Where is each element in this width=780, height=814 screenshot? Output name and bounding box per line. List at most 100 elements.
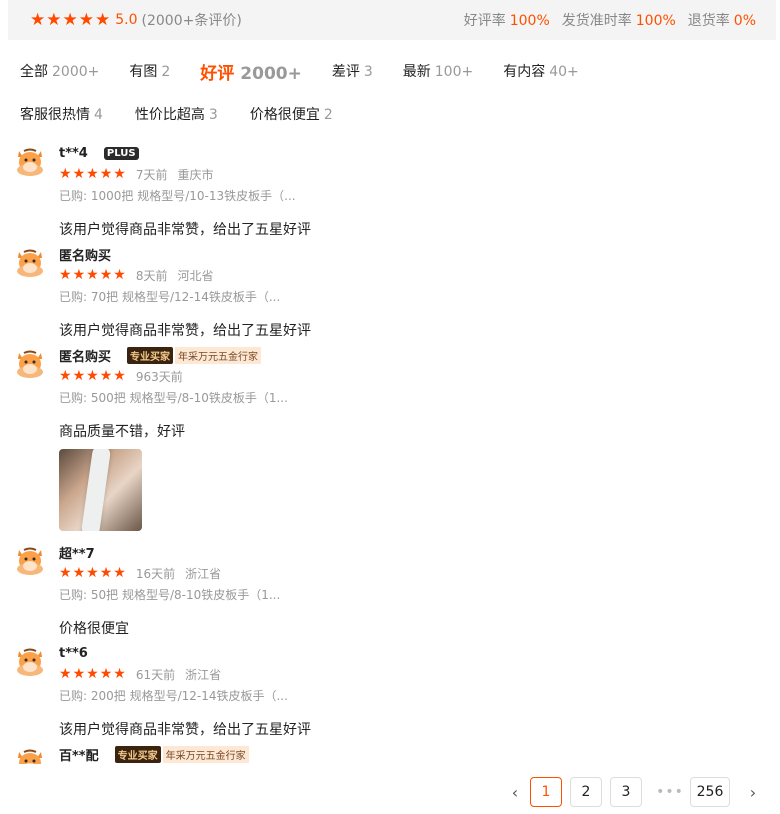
star-icon: ★ [30,9,46,30]
tab-latest[interactable]: 最新 100+ [403,61,473,81]
star-icon: ★ [99,368,113,384]
reviewer-name: t**6 [59,645,88,661]
review-item: 匿名购买 专业买家 年采万元五金行家 ★ ★ ★ ★ ★ 963天前 已购: 500把 规… [0,343,780,540]
purchased-sku: 已购: 1000把 规格型号/10-13铁皮板手（... [59,189,296,203]
review-stars: ★ ★ ★ ★ ★ [59,667,126,681]
prev-page-button[interactable]: ‹ [500,783,530,802]
review-stars: ★ ★ ★ ★ ★ [59,566,126,580]
wrench-in-hand-image [80,449,112,531]
star-icon: ★ [95,9,111,30]
review-photo[interactable] [59,449,142,531]
tag-friendly-service[interactable]: 客服很热情 4 [20,104,103,124]
star-icon: ★ [72,368,86,384]
page-button-1[interactable]: 1 [530,777,562,807]
star-icon: ★ [86,368,99,384]
purchased-sku: 已购: 50把 规格型号/8-10铁皮板手（1... [59,588,281,602]
review-content: 该用户觉得商品非常赞，给出了五星好评 [59,722,311,738]
review-location: 浙江省 [185,667,222,682]
plus-member-badge: PLUS [103,146,139,160]
tab-all[interactable]: 全部 2000+ [20,61,99,81]
review-count: (2000+条评价) [141,13,242,29]
cow-avatar-icon [17,547,43,575]
star-icon: ★ [113,368,126,384]
star-icon: ★ [59,565,72,581]
star-icon: ★ [99,666,113,682]
star-icon: ★ [86,666,99,682]
cow-avatar-icon [17,148,43,176]
reviewer-name: 百**配 [59,748,99,764]
star-icon: ★ [113,166,126,182]
review-item: 匿名购买 ★ ★ ★ ★ ★ 8天前 河北省 已购: 70把 规格型号/12-14铁皮板… [0,242,780,343]
star-icon: ★ [72,565,86,581]
page-button-2[interactable]: 2 [570,777,602,807]
star-icon: ★ [72,166,86,182]
review-content: 该用户觉得商品非常赞，给出了五星好评 [59,323,311,339]
star-icon: ★ [86,267,99,283]
review-tags: 客服很热情 4 性价比超高 3 价格很便宜 2 [20,104,365,124]
review-item: t**4 PLUS ★ ★ ★ ★ ★ 7天前 重庆市 已购: 1000把 规格型号/1… [0,141,780,242]
star-icon: ★ [59,666,72,682]
star-icon: ★ [78,9,94,30]
purchased-sku: 已购: 500把 规格型号/8-10铁皮板手（1... [59,391,288,405]
tab-with-images[interactable]: 有图 2 [129,61,170,81]
review-stars: ★ ★ ★ ★ ★ [59,369,126,383]
review-filter-tabs: 全部 2000+ 有图 2 好评 2000+ 差评 3 最新 100+ 有内容 40+ [20,58,609,84]
page-button-3[interactable]: 3 [610,777,642,807]
rating-summary-bar: ★ ★ ★ ★ ★ 5.0 (2000+条评价) 好评率 100% 发货准时率 100% 退… [8,0,776,40]
stat-return-rate: 退货率 0% [687,13,756,29]
tab-negative[interactable]: 差评 3 [332,61,373,81]
cow-avatar-icon [18,749,42,764]
review-content: 该用户觉得商品非常赞，给出了五星好评 [59,222,311,238]
review-item: 超**7 ★ ★ ★ ★ ★ 16天前 浙江省 已购: 50把 规格型号/8-10铁皮板… [0,540,780,641]
star-icon: ★ [62,9,78,30]
review-stars: ★ ★ ★ ★ ★ [59,167,126,181]
page-button-last[interactable]: 256 [690,777,730,807]
review-time: 16天前 [135,566,176,581]
star-icon: ★ [113,565,126,581]
tag-value-for-money[interactable]: 性价比超高 3 [135,104,218,124]
tab-with-content[interactable]: 有内容 40+ [503,61,579,81]
star-icon: ★ [72,666,86,682]
next-page-button[interactable]: › [738,783,768,802]
reviewer-name: 超**7 [59,546,95,562]
review-content: 价格很便宜 [59,621,129,637]
stat-positive-rate: 好评率 100% [463,13,550,29]
star-icon: ★ [46,9,62,30]
star-icon: ★ [99,565,113,581]
pagination: ‹ 1 2 3 ••• 256 › [500,777,768,807]
star-icon: ★ [86,166,99,182]
reviewer-name: 匿名购买 [59,349,112,365]
review-item: 百**配 专业买家 年采万元五金行家 [0,742,780,764]
purchased-sku: 已购: 70把 规格型号/12-14铁皮板手（... [59,290,281,304]
cow-avatar-icon [17,648,43,676]
star-icon: ★ [59,166,72,182]
star-icon: ★ [99,166,113,182]
buyer-tag-badge: 年采万元五金行家 [175,346,262,364]
star-icon: ★ [59,267,72,283]
star-icon: ★ [86,565,99,581]
pro-buyer-badge: 专业买家 [127,346,174,364]
tag-cheap-price[interactable]: 价格很便宜 2 [250,104,333,124]
review-location: 浙江省 [185,566,222,581]
reviewer-name: t**4 [59,145,88,161]
review-item: t**6 ★ ★ ★ ★ ★ 61天前 浙江省 已购: 200把 规格型号/12-14铁… [0,641,780,742]
star-icon: ★ [113,267,126,283]
cow-avatar-icon [17,350,43,378]
review-location: 重庆市 [177,167,214,182]
shop-stats: 好评率 100% 发货准时率 100% 退货率 0% [464,10,756,30]
tab-positive[interactable]: 好评 2000+ [200,59,302,84]
review-time: 963天前 [135,369,183,384]
star-icon: ★ [72,267,86,283]
summary-stars: ★ ★ ★ ★ ★ [30,9,111,30]
average-score: 5.0 [115,12,138,28]
review-time: 61天前 [135,667,176,682]
pro-buyer-badge: 专业买家 [114,745,161,763]
star-icon: ★ [59,368,72,384]
review-list: t**4 PLUS ★ ★ ★ ★ ★ 7天前 重庆市 已购: 1000把 规格型号/1… [0,141,780,764]
review-content: 商品质量不错，好评 [59,424,185,440]
star-icon: ★ [99,267,113,283]
page-ellipsis: ••• [656,784,684,800]
review-stars: ★ ★ ★ ★ ★ [59,268,126,282]
star-icon: ★ [113,666,126,682]
review-location: 河北省 [177,268,214,283]
